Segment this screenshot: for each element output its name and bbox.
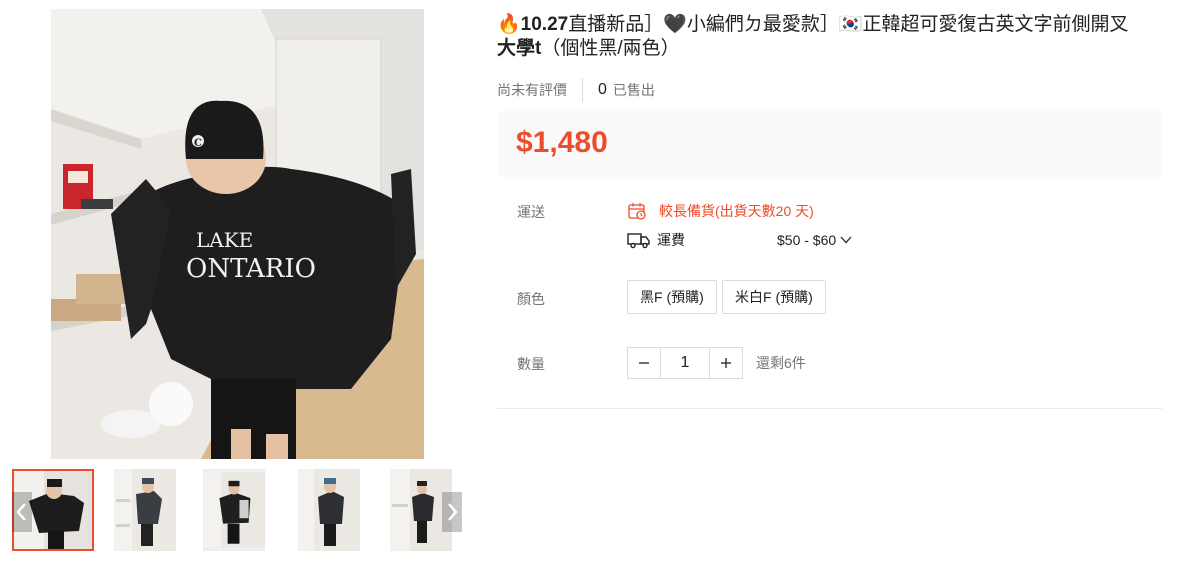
minus-icon xyxy=(639,362,649,364)
svg-text:ONTARIO: ONTARIO xyxy=(186,254,316,284)
product-info-panel: 🔥10.27直播新品］🖤小編們ㄉ最愛款］🇰🇷正韓超可愛復古英文字前側開叉 大學t… xyxy=(497,13,1162,409)
shipping-fee-range: $50 - $60 xyxy=(777,232,837,248)
title-line2-text: （個性黑/兩色） xyxy=(541,38,680,59)
quantity-label: 數量 xyxy=(517,356,545,372)
color-option-ivory[interactable]: 米白F (預購) xyxy=(722,280,826,314)
section-divider xyxy=(497,408,1162,409)
thumbnail-image xyxy=(298,469,360,551)
thumbnail-next-button[interactable] xyxy=(442,492,462,532)
chevron-left-icon xyxy=(16,503,26,521)
main-product-image[interactable]: C LAKE ONTARIO xyxy=(51,9,424,459)
shipping-fee-label: 運費 xyxy=(657,232,685,248)
flame-icon: 🔥 xyxy=(497,14,521,35)
shipping-fee-row: 運費 $50 - $60 xyxy=(627,230,852,250)
truck-icon xyxy=(627,233,650,249)
chevron-right-icon xyxy=(448,503,458,521)
thumbnail-strip xyxy=(12,469,464,551)
product-photo: C LAKE ONTARIO xyxy=(51,9,424,459)
plus-icon xyxy=(721,358,731,368)
quantity-increase-button[interactable] xyxy=(710,348,742,378)
thumbnail-4[interactable] xyxy=(298,469,360,551)
thumbnail-2[interactable] xyxy=(114,469,176,551)
color-option-black[interactable]: 黑F (預購) xyxy=(627,280,717,314)
stats-row: 尚未有評價 0 已售出 xyxy=(497,77,655,103)
sold-count: 0 xyxy=(598,81,607,98)
shipping-label: 運送 xyxy=(517,204,545,220)
shipping-warning: 較長備貨(出貨天數20 天) xyxy=(659,203,814,219)
svg-text:LAKE: LAKE xyxy=(196,228,253,252)
shipping-warning-row: 較長備貨(出貨天數20 天) xyxy=(627,201,814,221)
title-date: 10.27 xyxy=(520,14,569,35)
thumbnail-image xyxy=(203,472,265,548)
thumbnail-image xyxy=(114,469,176,551)
quantity-decrease-button[interactable] xyxy=(628,348,660,378)
thumbnail-3[interactable] xyxy=(203,469,265,551)
price-section: $1,480 xyxy=(497,111,1162,177)
sold-label: 已售出 xyxy=(612,82,655,98)
product-price: $1,480 xyxy=(516,126,608,159)
title-text: 直播新品］🖤小編們ㄉ最愛款］🇰🇷正韓超可愛復古英文字前側開叉 xyxy=(568,14,1129,35)
quantity-stepper: 1 xyxy=(627,347,743,379)
stock-remaining: 還剩6件 xyxy=(756,355,806,371)
rating-text: 尚未有評價 xyxy=(497,82,567,98)
title-line2-bold: 大學t xyxy=(497,38,542,59)
color-label: 顏色 xyxy=(517,291,545,307)
chevron-down-icon xyxy=(840,236,852,244)
quantity-input[interactable]: 1 xyxy=(660,348,710,378)
thumbnail-prev-button[interactable] xyxy=(12,492,32,532)
calendar-icon xyxy=(628,203,646,220)
shipping-fee-dropdown[interactable]: $50 - $60 xyxy=(777,232,852,248)
svg-text:C: C xyxy=(194,138,202,149)
product-title: 🔥10.27直播新品］🖤小編們ㄉ最愛款］🇰🇷正韓超可愛復古英文字前側開叉 大學t… xyxy=(497,13,1162,61)
